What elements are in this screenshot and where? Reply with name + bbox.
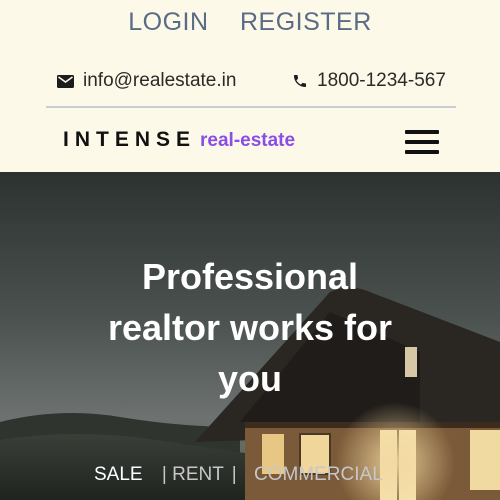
contact-email[interactable]: info@realestate.in xyxy=(57,70,236,92)
auth-links: LOGIN REGISTER xyxy=(0,8,500,37)
listing-type-tabs: SALE | RENT | COMMERCIAL xyxy=(94,464,383,486)
hero-title-line-2: realtor works for xyxy=(107,307,393,348)
hero-title-line-3: you xyxy=(217,358,282,399)
contact-phone[interactable]: 1800-1234-567 xyxy=(292,70,446,92)
hero-title: Professional realtor works for you xyxy=(50,251,450,404)
menu-bar-bottom xyxy=(405,150,439,154)
contact-bar: info@realestate.in 1800-1234-567 xyxy=(57,70,457,94)
tab-sale[interactable]: SALE xyxy=(94,464,143,485)
envelope-icon xyxy=(57,74,74,88)
login-link[interactable]: LOGIN xyxy=(128,8,208,37)
header-divider xyxy=(46,106,456,108)
hamburger-menu-icon[interactable] xyxy=(405,128,441,156)
phone-icon xyxy=(294,75,306,87)
brand-logo[interactable]: INTENSE real-estate xyxy=(63,128,295,152)
tab-commercial[interactable]: COMMERCIAL xyxy=(254,464,383,485)
tab-separator: | xyxy=(231,464,237,485)
tab-separator: | xyxy=(161,464,167,485)
contact-phone-text: 1800-1234-567 xyxy=(317,70,446,91)
brand-suffix: real-estate xyxy=(200,130,296,151)
hero-banner: Professional realtor works for you SALE … xyxy=(0,172,500,500)
menu-bar-middle xyxy=(405,140,439,144)
register-link[interactable]: REGISTER xyxy=(240,8,372,37)
header: LOGIN REGISTER info@realestate.in 1800-1… xyxy=(0,0,500,172)
menu-bar-top xyxy=(405,130,439,134)
brand-name: INTENSE xyxy=(63,128,197,151)
hero-title-line-1: Professional xyxy=(141,256,359,297)
contact-email-text: info@realestate.in xyxy=(83,70,237,91)
tab-rent[interactable]: RENT xyxy=(172,464,223,485)
